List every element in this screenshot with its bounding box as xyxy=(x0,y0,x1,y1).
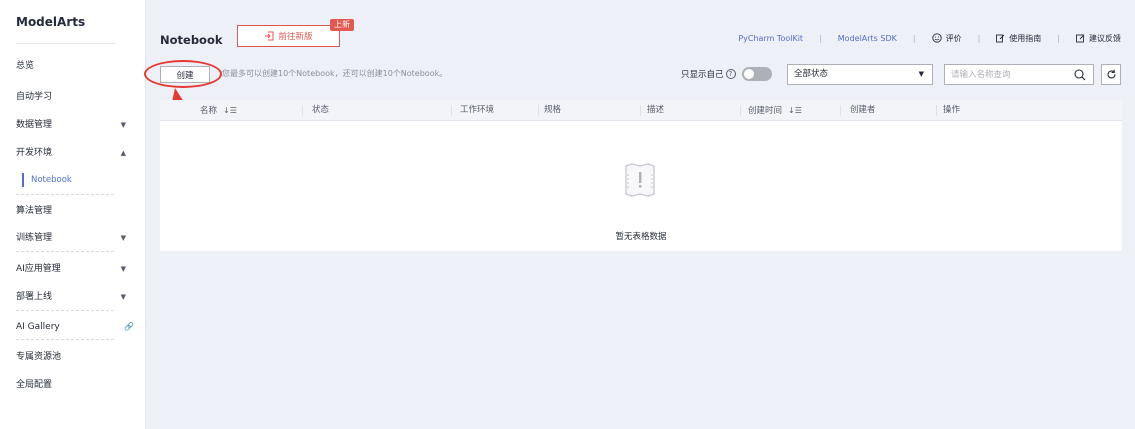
divider xyxy=(16,194,114,195)
empty-table-text: 暂无表格数据 xyxy=(615,232,667,242)
sidebar-item-resource-pool[interactable]: 专属资源池 xyxy=(16,349,136,365)
divider xyxy=(16,339,114,340)
status-select[interactable]: 全部状态 ▼ xyxy=(787,64,933,85)
guide-link[interactable]: 使用指南 xyxy=(996,33,1041,44)
sidebar-item-global-config[interactable]: 全局配置 xyxy=(16,377,136,393)
sidebar-item-label: 算法管理 xyxy=(16,206,53,216)
sidebar-item-ai-gallery[interactable]: AI Gallery 🔗 xyxy=(16,319,136,335)
only-mine-toggle[interactable] xyxy=(742,67,772,81)
sidebar-item-label: AI Gallery xyxy=(16,322,60,332)
table-header: 名称 ↓☰ 状态 工作环境 规格 描述 创建时间 ↓☰ 创建者 操作 xyxy=(160,100,1122,121)
new-badge: 上新 xyxy=(330,19,354,31)
help-icon[interactable]: ? xyxy=(725,69,736,79)
rate-link[interactable]: 评价 xyxy=(931,33,962,44)
sidebar-item-algorithm[interactable]: 算法管理 xyxy=(16,203,136,219)
only-mine-text: 只显示自己 xyxy=(681,70,724,80)
chevron-down-icon: ▼ xyxy=(120,293,126,301)
chevron-down-icon: ▼ xyxy=(120,121,126,129)
page-title: Notebook xyxy=(160,33,223,47)
only-mine-label: 只显示自己 ? xyxy=(681,68,736,80)
edit-doc-icon xyxy=(996,34,1005,42)
refresh-button[interactable] xyxy=(1101,64,1121,85)
sidebar-item-data-management[interactable]: 数据管理 ▼ xyxy=(16,117,136,133)
sidebar-item-training[interactable]: 训练管理 ▼ xyxy=(16,230,136,246)
smile-icon xyxy=(931,33,942,43)
external-link-icon: 🔗 xyxy=(124,322,134,331)
empty-data-icon xyxy=(625,163,655,197)
sidebar-item-auto-learning[interactable]: 自动学习 xyxy=(16,89,136,105)
rate-label: 评价 xyxy=(945,33,962,43)
sidebar-item-label: 专属资源池 xyxy=(16,352,62,362)
feedback-icon xyxy=(1076,34,1085,42)
sidebar-item-deploy[interactable]: 部署上线 ▼ xyxy=(16,289,136,305)
search-icon[interactable] xyxy=(1074,69,1086,81)
quota-hint: 您最多可以创建10个Notebook，还可以创建10个Notebook。 xyxy=(222,69,448,78)
search-input[interactable] xyxy=(945,65,1067,84)
col-spec: 规格 xyxy=(544,105,562,115)
create-button[interactable]: 创建 xyxy=(160,66,210,83)
status-value: 全部状态 xyxy=(794,69,829,79)
col-status: 状态 xyxy=(312,105,330,115)
refresh-icon xyxy=(1107,69,1116,79)
login-icon xyxy=(265,31,274,41)
pycharm-toolkit-link[interactable]: PyCharm ToolKit xyxy=(738,34,803,43)
sidebar-item-label: 总览 xyxy=(16,61,35,71)
sidebar-item-label: 数据管理 xyxy=(16,120,53,130)
divider xyxy=(16,251,114,252)
search-box xyxy=(944,64,1094,85)
sidebar-item-label: AI应用管理 xyxy=(16,264,61,274)
new-version-label: 前往新版 xyxy=(278,32,313,42)
col-created-time[interactable]: 创建时间 ↓☰ xyxy=(742,100,802,121)
caret-down-icon: ▼ xyxy=(918,70,924,78)
col-actions: 操作 xyxy=(943,105,961,115)
chevron-down-icon: ▼ xyxy=(120,265,126,273)
chevron-up-icon: ▲ xyxy=(120,149,126,157)
sidebar-item-label: 开发环境 xyxy=(16,148,53,158)
sidebar-item-label: 训练管理 xyxy=(16,233,53,243)
new-version-button[interactable]: 前往新版 xyxy=(237,25,340,47)
feedback-link[interactable]: 建议反馈 xyxy=(1076,33,1121,44)
modelarts-sdk-link[interactable]: ModelArts SDK xyxy=(838,34,897,43)
toggle-knob xyxy=(744,69,754,79)
sidebar-item-label: 全局配置 xyxy=(16,380,53,390)
col-creator: 创建者 xyxy=(850,105,876,115)
feedback-label: 建议反馈 xyxy=(1089,33,1121,43)
chevron-down-icon: ▼ xyxy=(120,234,126,242)
col-description: 描述 xyxy=(647,105,665,115)
sidebar-item-dev-env[interactable]: 开发环境 ▲ xyxy=(16,145,136,161)
notebook-table: 名称 ↓☰ 状态 工作环境 规格 描述 创建时间 ↓☰ 创建者 操作 暂无表格数据 xyxy=(160,100,1122,251)
top-links: PyCharm ToolKit | ModelArts SDK | 评价 | 使… xyxy=(738,33,1121,44)
brand-title: ModelArts xyxy=(16,15,86,29)
sort-icon[interactable]: ↓☰ xyxy=(788,106,802,115)
sidebar-item-notebook[interactable]: Notebook xyxy=(22,173,72,187)
guide-label: 使用指南 xyxy=(1009,33,1042,43)
divider xyxy=(16,310,114,311)
col-work-env: 工作环境 xyxy=(460,105,495,115)
sidebar-item-overview[interactable]: 总览 xyxy=(16,58,136,74)
col-name[interactable]: 名称 ↓☰ xyxy=(194,100,237,121)
sidebar: ModelArts 总览 自动学习 数据管理 ▼ 开发环境 ▲ Notebook 算… xyxy=(0,0,146,429)
sort-icon[interactable]: ↓☰ xyxy=(223,106,237,115)
sidebar-item-label: 自动学习 xyxy=(16,92,53,102)
divider xyxy=(16,43,116,44)
sidebar-item-label: 部署上线 xyxy=(16,292,53,302)
sidebar-item-ai-app[interactable]: AI应用管理 ▼ xyxy=(16,261,136,277)
